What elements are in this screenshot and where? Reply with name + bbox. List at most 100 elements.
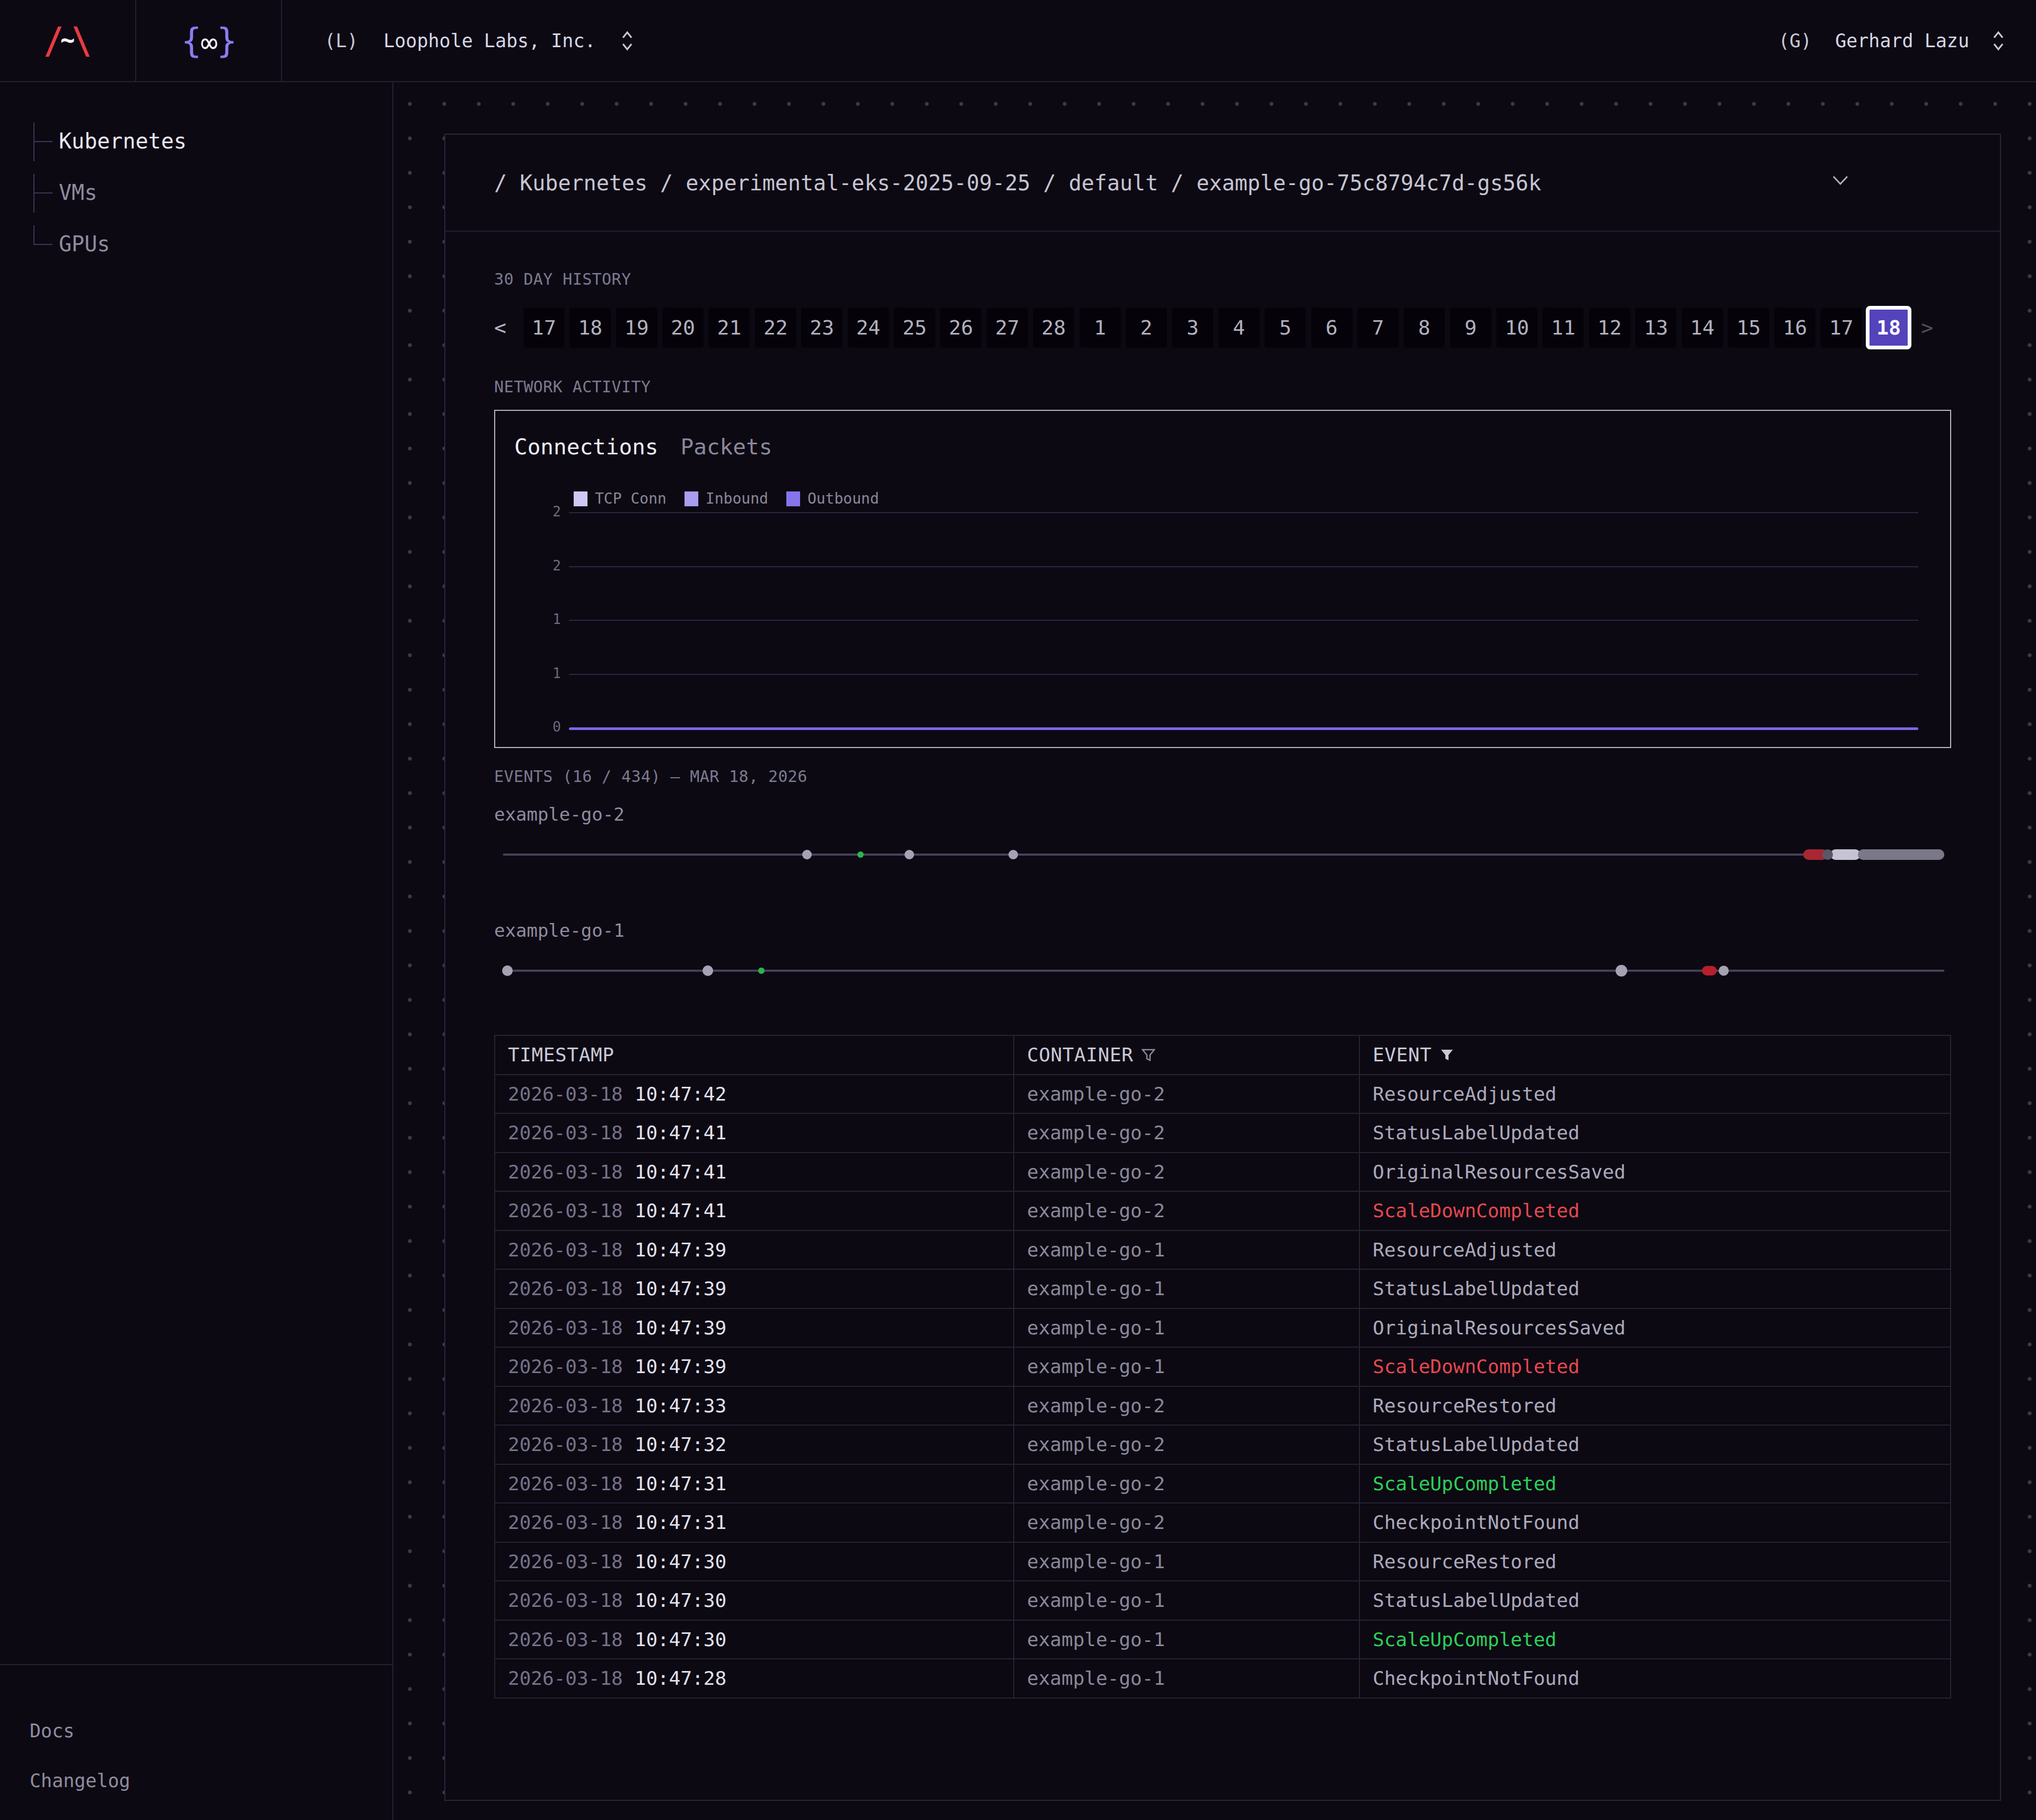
history-prev-arrow[interactable]: <	[494, 307, 506, 348]
day-button[interactable]: 25	[894, 307, 935, 348]
org-abbrev: (L)	[324, 30, 358, 51]
timeline-event-dot-green[interactable]	[857, 851, 864, 858]
day-button[interactable]: 18	[1866, 306, 1911, 349]
timeline-event-dot-gray[interactable]	[905, 850, 914, 859]
day-button[interactable]: 17	[1821, 307, 1862, 348]
event-timeline[interactable]	[494, 960, 1951, 981]
table-row[interactable]: 2026-03-1810:47:39example-go-1StatusLabe…	[495, 1269, 1951, 1308]
day-button[interactable]: 21	[708, 307, 750, 348]
day-button[interactable]: 28	[1033, 307, 1074, 348]
brand-logo[interactable]: /~\	[0, 0, 136, 81]
day-button[interactable]: 3	[1172, 307, 1213, 348]
day-button[interactable]: 14	[1682, 307, 1723, 348]
event-cell: StatusLabelUpdated	[1359, 1269, 1951, 1308]
day-button[interactable]: 6	[1311, 307, 1353, 348]
timestamp-cell: 2026-03-1810:47:39	[495, 1230, 1014, 1270]
container-cell: example-go-2	[1014, 1191, 1359, 1230]
day-history-row: <171819202122232425262728123456789101112…	[494, 307, 1951, 348]
container-cell: example-go-1	[1014, 1269, 1359, 1308]
footer-link-changelog[interactable]: Changelog	[30, 1770, 392, 1791]
timeline-event-dot-gray[interactable]	[1008, 850, 1018, 859]
day-button[interactable]: 10	[1496, 307, 1538, 348]
day-button[interactable]: 22	[755, 307, 796, 348]
table-row[interactable]: 2026-03-1810:47:39example-go-1ScaleDownC…	[495, 1347, 1951, 1386]
day-button[interactable]: 16	[1774, 307, 1815, 348]
day-button[interactable]: 4	[1218, 307, 1260, 348]
table-row[interactable]: 2026-03-1810:47:31example-go-2ScaleUpCom…	[495, 1464, 1951, 1504]
events-table: TIMESTAMPCONTAINEREVENT 2026-03-1810:47:…	[494, 1035, 1951, 1699]
table-row[interactable]: 2026-03-1810:47:32example-go-2StatusLabe…	[495, 1425, 1951, 1464]
timeline-event-dot-gray[interactable]	[502, 965, 513, 976]
table-row[interactable]: 2026-03-1810:47:28example-go-1Checkpoint…	[495, 1659, 1951, 1698]
user-name: Gerhard Lazu	[1835, 30, 1969, 51]
table-row[interactable]: 2026-03-1810:47:30example-go-1ResourceRe…	[495, 1542, 1951, 1581]
day-button[interactable]: 2	[1126, 307, 1167, 348]
infinity-logo[interactable]: {∞}	[136, 0, 282, 81]
tab-connections[interactable]: Connections	[514, 434, 659, 460]
breadcrumb[interactable]: / Kubernetes / experimental-eks-2025-09-…	[494, 171, 1541, 195]
chevron-down-icon[interactable]	[1832, 175, 1848, 186]
day-button[interactable]: 17	[523, 307, 565, 348]
table-row[interactable]: 2026-03-1810:47:33example-go-2ResourceRe…	[495, 1386, 1951, 1426]
container-cell: example-go-2	[1014, 1464, 1359, 1504]
footer-link-docs[interactable]: Docs	[30, 1720, 392, 1742]
table-row[interactable]: 2026-03-1810:47:41example-go-2OriginalRe…	[495, 1153, 1951, 1192]
day-button[interactable]: 18	[569, 307, 611, 348]
network-chart-panel: Connections Packets TCP ConnInboundOutbou…	[494, 410, 1951, 748]
timeline-event-dot-gray[interactable]	[1719, 966, 1729, 976]
day-button[interactable]: 12	[1589, 307, 1630, 348]
table-row[interactable]: 2026-03-1810:47:42example-go-2ResourceAd…	[495, 1075, 1951, 1114]
legend-swatch-icon	[684, 491, 698, 506]
day-button[interactable]: 11	[1542, 307, 1584, 348]
timeline-cluster-pill[interactable]	[1830, 849, 1861, 860]
day-button[interactable]: 20	[662, 307, 704, 348]
history-next-arrow[interactable]: >	[1921, 307, 1933, 348]
timeline-event-dot-gray[interactable]	[802, 850, 812, 859]
table-row[interactable]: 2026-03-1810:47:39example-go-1ResourceAd…	[495, 1230, 1951, 1270]
timeline-cluster-pill[interactable]	[1858, 849, 1944, 860]
day-button[interactable]: 1	[1080, 307, 1121, 348]
day-button[interactable]: 27	[987, 307, 1028, 348]
column-header-container[interactable]: CONTAINER	[1014, 1035, 1359, 1075]
sidebar: KubernetesVMsGPUs Docs Changelog	[0, 82, 393, 1820]
table-row[interactable]: 2026-03-1810:47:31example-go-2Checkpoint…	[495, 1503, 1951, 1542]
container-cell: example-go-2	[1014, 1503, 1359, 1542]
timeline-event-dot-darkgray[interactable]	[1822, 849, 1833, 860]
event-cell: OriginalResourcesSaved	[1359, 1308, 1951, 1348]
chart-zero-line	[569, 727, 1918, 730]
table-row[interactable]: 2026-03-1810:47:41example-go-2StatusLabe…	[495, 1113, 1951, 1153]
filter-icon[interactable]	[1142, 1049, 1155, 1061]
container-cell: example-go-1	[1014, 1542, 1359, 1581]
day-button[interactable]: 9	[1450, 307, 1491, 348]
day-button[interactable]: 5	[1265, 307, 1306, 348]
table-row[interactable]: 2026-03-1810:47:39example-go-1OriginalRe…	[495, 1308, 1951, 1348]
chart-legend: TCP ConnInboundOutbound	[574, 490, 879, 507]
org-switcher[interactable]: (L) Loophole Labs, Inc.	[324, 29, 633, 52]
day-button[interactable]: 7	[1357, 307, 1399, 348]
timeline-event-dot-gray[interactable]	[1616, 965, 1627, 977]
sidebar-item-kubernetes[interactable]: Kubernetes	[0, 115, 392, 166]
timestamp-cell: 2026-03-1810:47:31	[495, 1464, 1014, 1504]
day-button[interactable]: 23	[801, 307, 843, 348]
app-root: /~\ {∞} (L) Loophole Labs, Inc. (G) Gerh…	[0, 0, 2036, 1820]
event-timeline[interactable]	[494, 844, 1951, 865]
day-button[interactable]: 8	[1403, 307, 1445, 348]
table-row[interactable]: 2026-03-1810:47:30example-go-1ScaleUpCom…	[495, 1620, 1951, 1659]
timeline-event-dot-gray[interactable]	[703, 965, 713, 976]
table-row[interactable]: 2026-03-1810:47:30example-go-1StatusLabe…	[495, 1581, 1951, 1620]
day-button[interactable]: 26	[940, 307, 981, 348]
day-button[interactable]: 19	[616, 307, 657, 348]
filter-active-icon[interactable]	[1440, 1049, 1454, 1061]
user-switcher[interactable]: (G) Gerhard Lazu	[1778, 29, 2004, 52]
timeline-event-dot-green[interactable]	[758, 968, 765, 974]
day-button[interactable]: 13	[1635, 307, 1677, 348]
legend-item: TCP Conn	[574, 490, 666, 507]
tab-packets[interactable]: Packets	[681, 434, 773, 460]
day-button[interactable]: 15	[1728, 307, 1769, 348]
sidebar-item-gpus[interactable]: GPUs	[0, 218, 392, 269]
table-row[interactable]: 2026-03-1810:47:41example-go-2ScaleDownC…	[495, 1191, 1951, 1230]
column-header-event[interactable]: EVENT	[1359, 1035, 1951, 1075]
day-button[interactable]: 24	[848, 307, 889, 348]
timeline-event-dot-redpill[interactable]	[1702, 966, 1717, 975]
sidebar-item-vms[interactable]: VMs	[0, 166, 392, 218]
